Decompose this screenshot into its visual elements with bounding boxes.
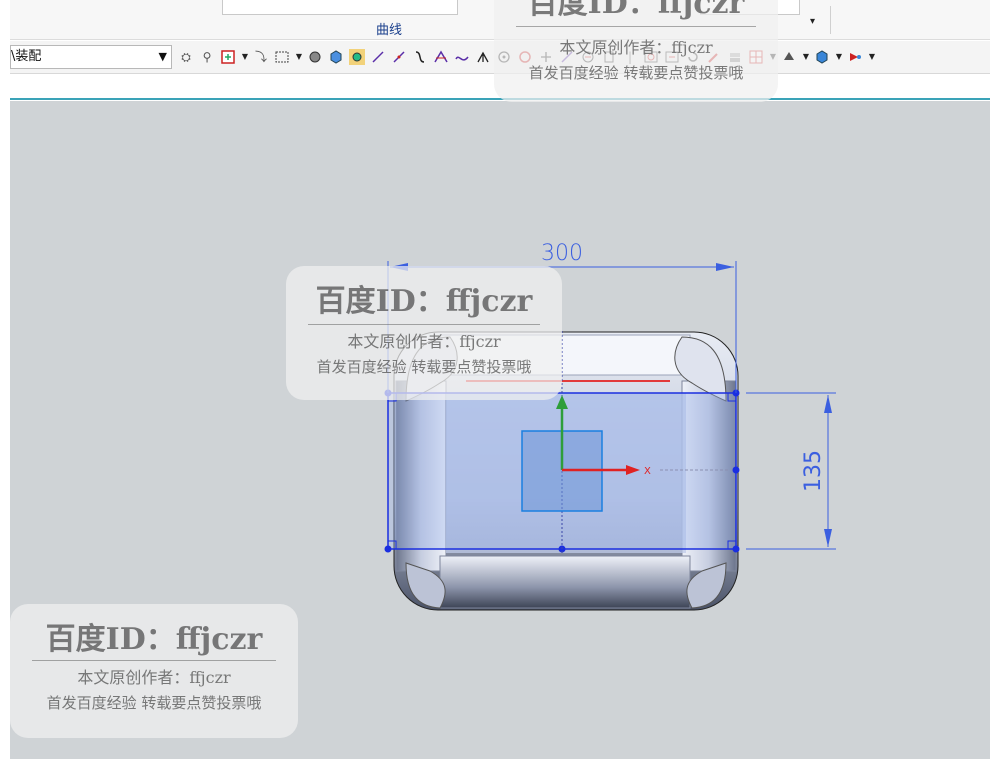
chevron-down-icon: ▼ [158, 50, 167, 63]
render-style-icon[interactable] [781, 49, 797, 65]
snap-view-icon[interactable] [847, 49, 863, 65]
intersection-icon[interactable] [433, 49, 449, 65]
chevron-down-icon[interactable]: ▼ [802, 49, 810, 65]
window-bottom-edge [0, 759, 1000, 768]
dimension-height[interactable]: 135 [746, 392, 836, 550]
watermark-top: 百度ID：ffjczr 本文原创作者：ffjczr 首发百度经验 转载要点赞投票… [494, 0, 778, 102]
ribbon-field-left[interactable] [222, 0, 458, 15]
curve-point-icon[interactable] [412, 49, 428, 65]
snap-active-icon[interactable] [349, 49, 365, 65]
watermark-author: 本文原创作者：ffjczr [77, 668, 231, 687]
body-icon[interactable] [307, 49, 323, 65]
watermark-title: 百度ID：ffjczr [315, 284, 533, 319]
watermark-author: 本文原创作者：ffjczr [559, 38, 713, 57]
app-window: 曲线 ▾ \装配 ▼ ⛭ ⚲ ▼ ⤵ ▼ ▼ ▼ ▼ X 300 135 百度I… [0, 0, 1000, 768]
watermark-note: 首发百度经验 转载要点赞投票哦 [46, 694, 262, 712]
perpendicular-icon[interactable] [475, 49, 491, 65]
watermark-middle: 百度ID：ffjczr 本文原创作者：ffjczr 首发百度经验 转载要点赞投票… [286, 266, 562, 400]
watermark-note: 首发百度经验 转载要点赞投票哦 [528, 64, 744, 82]
reset-filter-icon[interactable]: ⚲ [199, 49, 215, 65]
watermark-title: 百度ID：ffjczr [527, 0, 745, 21]
ribbon-separator [830, 6, 831, 34]
watermark-author: 本文原创作者：ffjczr [347, 332, 501, 351]
face-icon[interactable] [328, 49, 344, 65]
dimension-height-value[interactable]: 135 [801, 450, 826, 492]
ribbon-dropdown-arrow[interactable]: ▾ [810, 16, 815, 27]
x-axis-label: X [644, 466, 651, 477]
dimension-width-value[interactable]: 300 [541, 241, 583, 266]
watermark-bottom-left: 百度ID：ffjczr 本文原创作者：ffjczr 首发百度经验 转载要点赞投票… [10, 604, 298, 738]
chevron-down-icon[interactable]: ▼ [835, 49, 843, 65]
view-orient-icon[interactable] [814, 49, 830, 65]
watermark-note: 首发百度经验 转载要点赞投票哦 [316, 358, 532, 376]
selection-filter-value: \装配 [11, 49, 42, 64]
ribbon-group-label-curve: 曲线 [376, 23, 403, 38]
spline-icon[interactable] [454, 49, 470, 65]
component-select-icon[interactable] [220, 49, 236, 65]
chevron-down-icon[interactable]: ▼ [241, 49, 249, 65]
chevron-down-icon[interactable]: ▼ [295, 49, 303, 65]
filter-icon[interactable]: ⛭ [178, 49, 194, 65]
select-feature-icon[interactable]: ⤵ [253, 49, 269, 65]
watermark-title: 百度ID：ffjczr [45, 622, 263, 657]
mid-point-icon[interactable] [391, 49, 407, 65]
rectangle-select-icon[interactable] [274, 49, 290, 65]
selection-filter-select[interactable]: \装配 ▼ [10, 45, 172, 69]
end-point-icon[interactable] [370, 49, 386, 65]
chevron-down-icon[interactable]: ▼ [868, 49, 876, 65]
